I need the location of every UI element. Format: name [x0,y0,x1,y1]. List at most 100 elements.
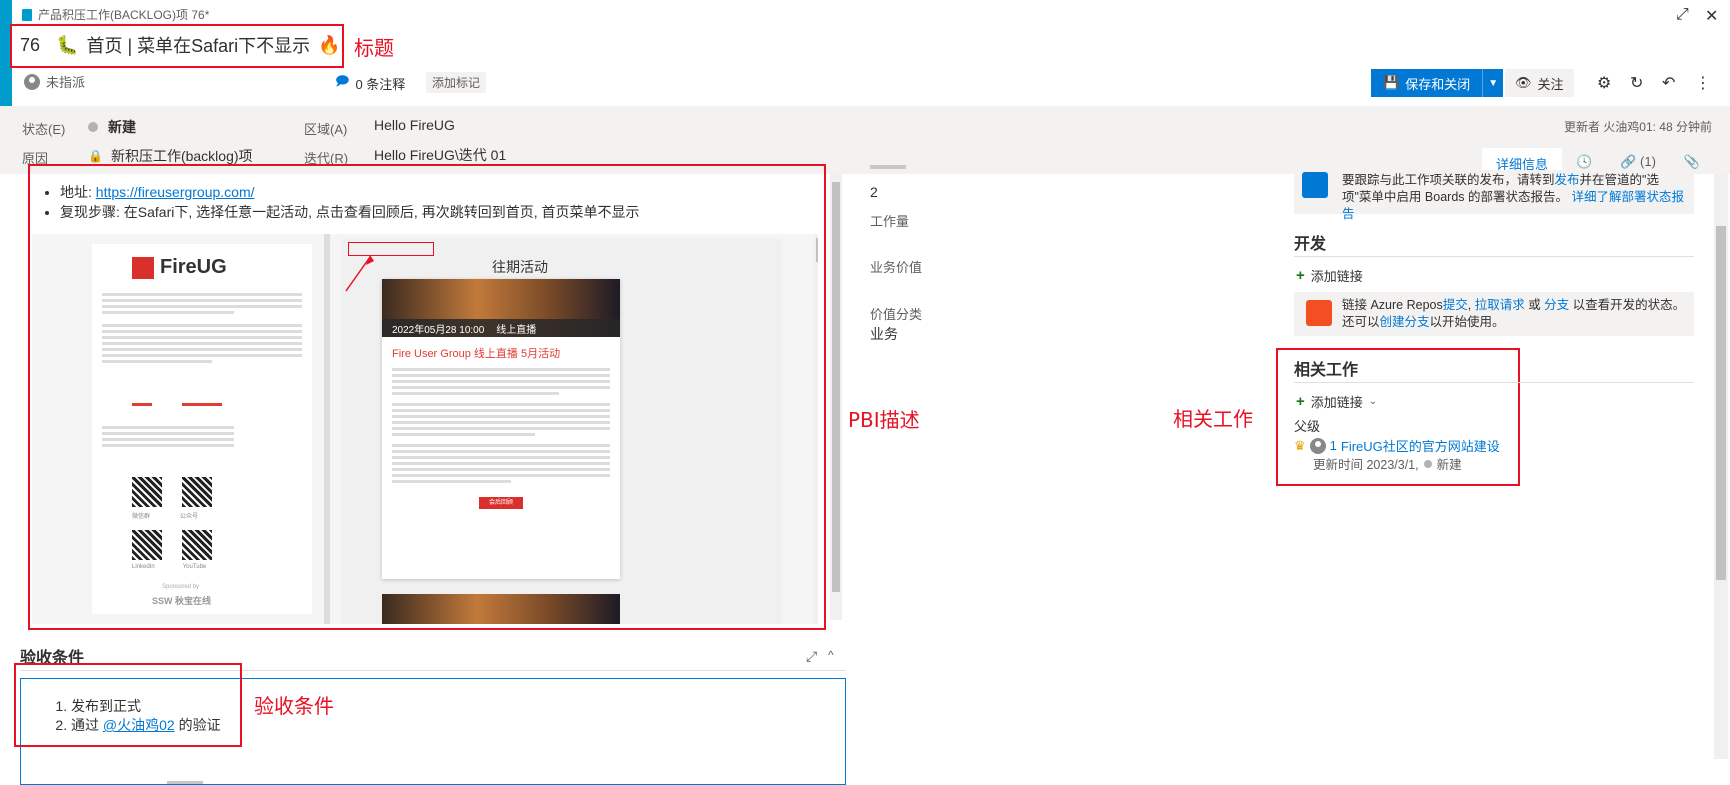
scrollbar-thumb[interactable] [816,238,818,262]
refresh-icon[interactable]: ↻ [1630,73,1643,93]
state-dropdown[interactable]: 新建 [88,117,136,137]
avatar [24,73,40,90]
event-review-button: 会后回顾 [479,497,523,509]
follow-button[interactable]: 👁 关注 [1505,69,1574,97]
dev-add-link-button[interactable]: + 添加链接 [1296,266,1363,285]
annotation-label-related: 相关工作 [1173,407,1253,431]
annotation-label-acceptance: 验收条件 [254,694,334,718]
event-title: Fire User Group 线上直播 5月活动 [392,348,561,360]
business-value-label: 业务价值 [870,260,923,275]
qr-code-icon [132,477,162,507]
parent-item-state: 新建 [1436,458,1462,472]
description-field[interactable]: 地址: https://fireusergroup.com/ 复现步骤: 在Sa… [30,174,820,222]
scrollbar-thumb[interactable] [1716,226,1726,580]
create-branch-link[interactable]: 创建分支 [1380,315,1430,329]
gear-icon[interactable]: ⚙ [1597,73,1611,93]
crown-icon: ♛ [1294,437,1306,453]
comments-link[interactable]: 🗩 0 条注释 [335,72,405,94]
annotation-arrow-icon [345,255,374,292]
value-area-label: 价值分类 [870,307,923,322]
related-add-link-button[interactable]: + 添加链接 ⌄ [1296,392,1377,411]
address-label: 地址: [60,184,96,200]
state-dot [1423,459,1432,468]
qr-code-icon [182,530,212,560]
embedded-screenshot: FireUG 微信群 公众号 LinkedIn YouTube Sponsore… [32,234,818,624]
chevron-down-icon[interactable]: ▼ [1483,78,1503,89]
value-area-value[interactable]: 业务 [870,324,898,344]
fireug-logo: FireUG [160,256,227,278]
area-value[interactable]: Hello FireUG [374,117,455,133]
qr-code-icon [132,530,162,560]
commit-link[interactable]: 提交 [1443,298,1468,312]
parent-link-item[interactable]: ♛ 1 FireUG社区的官方网站建设 [1294,436,1500,455]
development-title: 开发 [1294,236,1327,253]
plus-icon: + [1296,393,1305,410]
clipped-label [870,165,906,169]
qr-code-icon [182,477,212,507]
divider [1294,256,1694,257]
release-link[interactable]: 发布 [1555,173,1580,187]
deployment-info: 要跟踪与此工作项关联的发布，请转到发布并在管道的"选项"菜单中启用 Boards… [1294,170,1694,221]
description-scrollbar[interactable] [830,174,842,620]
expand-icon[interactable]: ⤢ [1676,6,1689,24]
more-actions-icon[interactable]: ⋮ [1695,73,1711,93]
scrollbar-thumb[interactable] [832,182,840,592]
list-item: 地址: https://fireusergroup.com/ [60,182,820,202]
expand-icon[interactable]: ⤢ [806,648,817,665]
iteration-value[interactable]: Hello FireUG\迭代 01 [374,145,506,165]
effort-label: 工作量 [870,214,910,229]
link-icon: 🔗 [1620,154,1637,169]
effort-value[interactable]: 2 [870,184,878,200]
assignee-picker[interactable]: 未指派 [24,72,85,91]
fireug-logo-icon [132,256,154,279]
dev-sep: , [1467,298,1475,312]
state-value: 新建 [108,119,136,135]
azure-repos-icon [1306,300,1332,326]
work-item-id: 76 [20,34,41,55]
save-and-close-button[interactable]: 💾 保存和关闭 ▼ [1371,69,1504,97]
parent-item-meta: 更新时间 2023/3/1, 新建 [1313,454,1462,473]
save-icon: 💾 [1383,75,1400,90]
development-info: 链接 Azure Repos提交, 拉取请求 或 分支 以查看开发的状态。还可以… [1294,292,1694,336]
poster-right-panel: 往期活动 2022年05月28 10:00 线上直播 Fire User Gro… [342,239,782,624]
qr-label: 公众号 [180,514,199,520]
dev-add-link-label: 添加链接 [1310,269,1363,284]
parent-item-updated: 更新时间 2023/3/1, [1313,458,1419,472]
add-tag-button[interactable]: 添加标记 [426,72,487,93]
work-item-type-label: 产品积压工作(BACKLOG)项 76* [38,8,210,22]
updated-by: 更新者 火油鸡01: 48 分钟前 [1563,120,1712,134]
caterpillar-emoji: 🐛 [56,34,79,55]
pull-request-link[interactable]: 拉取请求 [1475,298,1525,312]
comments-count: 0 条注释 [355,76,406,92]
undo-icon[interactable]: ↶ [1662,73,1675,93]
qr-label: 微信群 [132,514,151,520]
event-date: 2022年05月28 10:00 [392,324,485,336]
annotation-label-pbi: PBI描述 [848,408,920,432]
deployment-text-1: 要跟踪与此工作项关联的发布，请转到 [1342,173,1555,187]
list-item: 复现步骤: 在Safari下, 选择任意一起活动, 点击查看回顾后, 再次跳转回… [60,202,820,222]
follow-label: 关注 [1537,76,1564,92]
window-scrollbar[interactable] [1714,174,1728,759]
save-close-main[interactable]: 💾 保存和关闭 [1371,69,1484,97]
dev-text-1: 链接 Azure Repos [1342,298,1443,312]
event-date-strip: 2022年05月28 10:00 线上直播 [382,319,620,337]
plus-icon: + [1296,267,1305,284]
title-text[interactable]: 首页 | 菜单在Safari下不显示 [86,32,310,58]
address-link[interactable]: https://fireusergroup.com/ [96,184,255,200]
deployment-text: 要跟踪与此工作项关联的发布，请转到发布并在管道的"选项"菜单中启用 Boards… [1342,172,1688,223]
event-photo [382,594,620,624]
embed-scrollbar[interactable] [814,234,818,624]
parent-item-title[interactable]: FireUG社区的官方网站建设 [1341,436,1500,455]
poster-left-panel: FireUG 微信群 公众号 LinkedIn YouTube Sponsore… [92,244,312,614]
reason-value: 新积压工作(backlog)项 [110,148,253,164]
event-card: 2022年05月28 10:00 线上直播 Fire User Group 线上… [382,279,620,579]
parent-item-id: 1 [1329,438,1337,453]
reason-field[interactable]: 🔒 新积压工作(backlog)项 [88,146,253,166]
chevron-up-icon[interactable]: ^ [828,648,834,662]
branch-link[interactable]: 分支 [1544,298,1569,312]
resize-handle[interactable] [167,781,203,784]
save-close-label: 保存和关闭 [1405,76,1471,92]
title-field[interactable]: 76 🐛 首页 | 菜单在Safari下不显示 🔥 [20,32,341,58]
area-label: 区域(A) [304,122,348,137]
close-icon[interactable]: ✕ [1705,6,1718,26]
